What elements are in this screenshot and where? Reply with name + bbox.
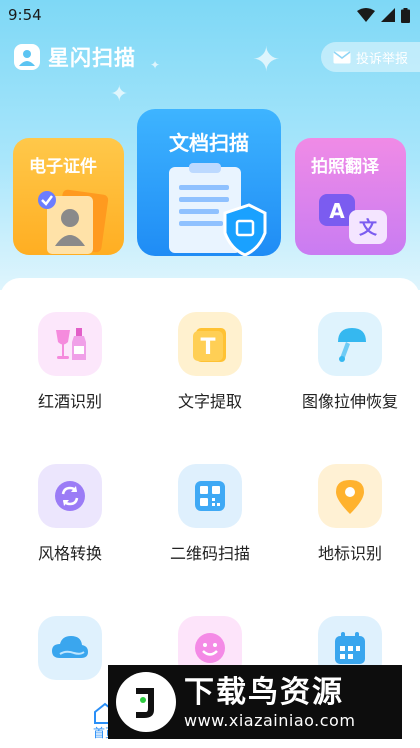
stretch-restore-icon	[318, 312, 382, 376]
document-scan-card[interactable]: 文档扫描	[137, 109, 281, 256]
watermark-text: 下载鸟资源 www.xiazainiao.com	[184, 675, 355, 730]
tool-wine-recognition[interactable]: 红酒识别	[0, 312, 140, 422]
watermark-title: 下载鸟资源	[184, 674, 344, 710]
sparkle-icon: ✦	[252, 40, 281, 80]
tool-label: 地标识别	[317, 544, 382, 563]
watermark-banner: 下载鸟资源 www.xiazainiao.com	[108, 665, 402, 739]
style-convert-icon	[38, 464, 102, 528]
translate-icon: A 文	[319, 194, 387, 244]
tool-landmark-recognition[interactable]: 地标识别	[280, 464, 420, 574]
tool-label: 红酒识别	[37, 392, 102, 411]
location-pin-icon	[318, 464, 382, 528]
document-scan-icon	[169, 163, 267, 256]
photo-translate-card[interactable]: 拍照翻译 A 文	[295, 138, 406, 255]
tool-style-conversion[interactable]: 风格转换	[0, 464, 140, 574]
complain-label: 投诉举报	[355, 51, 408, 67]
wifi-icon	[357, 8, 375, 22]
tool-label: 文字提取	[177, 392, 242, 411]
qrcode-icon	[178, 464, 242, 528]
svg-text:文: 文	[359, 217, 378, 239]
tool-text-extraction[interactable]: T 文字提取	[140, 312, 280, 422]
battery-icon	[401, 7, 410, 23]
cellular-icon	[381, 8, 395, 22]
user-avatar-icon[interactable]	[14, 44, 40, 70]
watermark-url: www.xiazainiao.com	[184, 710, 356, 730]
card-title: 拍照翻译	[311, 157, 379, 177]
bird-logo-icon	[116, 672, 176, 732]
svg-text:T: T	[200, 335, 215, 360]
text-t-icon: T	[178, 312, 242, 376]
card-title: 电子证件	[29, 157, 97, 177]
mail-icon	[333, 50, 351, 63]
status-bar: 9:54	[0, 0, 420, 30]
sparkle-icon: ✦	[150, 58, 161, 72]
tool-qrcode-scan[interactable]: 二维码扫描	[140, 464, 280, 574]
app-header: 星闪扫描	[14, 42, 136, 72]
tool-image-stretch-restore[interactable]: 图像拉伸恢复	[280, 312, 420, 422]
tool-label: 风格转换	[37, 544, 102, 563]
app-title: 星闪扫描	[48, 46, 136, 70]
sparkle-icon: ✦	[110, 82, 129, 107]
svg-text:A: A	[329, 199, 345, 223]
wine-icon	[38, 312, 102, 376]
tool-label: 二维码扫描	[169, 544, 250, 563]
id-document-card[interactable]: 电子证件	[13, 138, 124, 255]
status-time: 9:54	[8, 6, 42, 24]
cloud-icon	[38, 616, 102, 680]
card-title: 文档扫描	[169, 131, 249, 155]
id-card-icon	[38, 189, 109, 254]
complain-button[interactable]: 投诉举报	[320, 42, 420, 72]
tool-label: 图像拉伸恢复	[301, 392, 398, 411]
status-icons	[357, 7, 410, 23]
